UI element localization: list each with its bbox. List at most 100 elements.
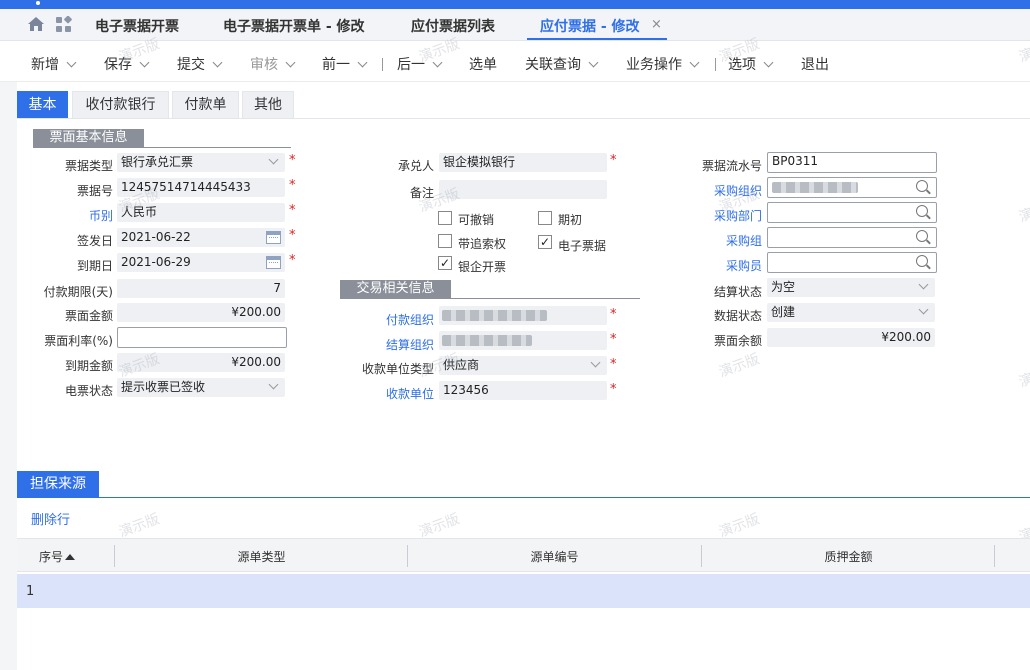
related-query-button[interactable]: 关联查询: [525, 54, 599, 74]
buyer-label[interactable]: 采购员: [680, 257, 762, 274]
submit-button[interactable]: 提交: [177, 54, 223, 74]
issue-date-label: 签发日: [76, 234, 113, 248]
table-row[interactable]: 1: [17, 574, 1030, 608]
issue-date-field[interactable]: 2021-06-22: [117, 228, 285, 247]
next-label: 后一: [397, 57, 425, 73]
currency-field[interactable]: 人民币: [117, 203, 285, 222]
exit-button[interactable]: 退出: [801, 54, 829, 74]
purchase-dept-label[interactable]: 采购部门: [680, 207, 762, 224]
redacted-value: [442, 310, 547, 321]
bank-issue-label: 银企开票: [458, 260, 507, 274]
search-icon[interactable]: [916, 255, 928, 267]
acceptor-label: 承兑人: [397, 159, 434, 173]
face-rate-input[interactable]: [117, 327, 287, 348]
column-seq-label: 序号: [39, 550, 64, 564]
payee-label[interactable]: 收款单位: [360, 385, 434, 402]
face-amount-field[interactable]: ¥200.00: [117, 303, 285, 322]
bank-issue-checkbox[interactable]: ✓: [438, 256, 452, 270]
audit-button[interactable]: 审核: [250, 54, 296, 74]
calendar-icon[interactable]: [266, 231, 281, 244]
tab-payable-edit[interactable]: 应付票据 - 修改: [540, 16, 640, 36]
chevron-down-icon[interactable]: [212, 57, 223, 68]
tab-other[interactable]: 其他: [242, 91, 294, 118]
chevron-down-icon[interactable]: [588, 57, 599, 68]
initial-checkbox[interactable]: [538, 211, 552, 225]
home-icon[interactable]: [27, 16, 45, 32]
purchase-group-label[interactable]: 采购组: [680, 232, 762, 249]
toolbar: 新增 保存 提交 审核 前一 后一 选单 关联查询 业务操作 选项 退出: [0, 42, 1030, 82]
chevron-down-icon[interactable]: [689, 57, 700, 68]
settle-status-select[interactable]: 为空: [767, 278, 935, 297]
tab-bank[interactable]: 收付款银行: [72, 91, 169, 118]
revocable-checkbox[interactable]: [438, 211, 452, 225]
watermark-text: 演示版: [716, 351, 762, 381]
due-date-field[interactable]: 2021-06-29: [117, 253, 285, 272]
column-divider[interactable]: [994, 545, 995, 567]
grid-header: 序号 源单类型 源单编号 质押金额: [17, 538, 1030, 572]
purchase-group-input[interactable]: [767, 227, 937, 248]
prev-button[interactable]: 前一: [322, 54, 368, 74]
select-button[interactable]: 选单: [469, 54, 497, 74]
payee-type-select[interactable]: 供应商: [439, 356, 607, 375]
sort-asc-icon[interactable]: [65, 554, 76, 560]
watermark-text: 演示版: [116, 511, 162, 541]
recourse-checkbox[interactable]: [438, 234, 452, 248]
column-pledge-amount[interactable]: 质押金额: [702, 548, 995, 565]
purchase-dept-input[interactable]: [767, 202, 937, 223]
section-line: [33, 147, 291, 148]
payee-type-label: 收款单位类型: [361, 362, 434, 376]
serial-no-input[interactable]: BP0311: [767, 152, 937, 173]
column-source-type[interactable]: 源单类型: [115, 548, 408, 565]
search-icon[interactable]: [916, 180, 928, 192]
due-amount-field[interactable]: ¥200.00: [117, 353, 285, 372]
buyer-input[interactable]: [767, 252, 937, 273]
tab-e-bill-issue-edit[interactable]: 电子票据开票单 - 修改: [223, 16, 365, 36]
required-mark: *: [610, 382, 617, 397]
search-icon[interactable]: [916, 230, 928, 242]
chevron-down-icon[interactable]: [66, 57, 77, 68]
indicator-dot: [36, 1, 40, 5]
acceptor-field[interactable]: 银企模拟银行: [439, 153, 607, 172]
delete-row-button[interactable]: 删除行: [31, 509, 70, 528]
tab-payment[interactable]: 付款单: [172, 91, 239, 118]
face-balance-field[interactable]: ¥200.00: [767, 328, 935, 347]
column-source-no[interactable]: 源单编号: [408, 548, 701, 565]
pay-term-field[interactable]: 7: [117, 279, 285, 298]
face-rate-label: 票面利率(%): [44, 334, 113, 348]
chevron-down-icon[interactable]: [285, 57, 296, 68]
save-button[interactable]: 保存: [104, 54, 150, 74]
e-status-select[interactable]: 提示收票已签收: [117, 378, 285, 397]
tab-guarantee-source[interactable]: 担保来源: [17, 471, 99, 498]
column-seq[interactable]: 序号: [39, 548, 76, 565]
payee-field[interactable]: 123456: [439, 381, 607, 400]
audit-label: 审核: [250, 57, 278, 73]
close-icon[interactable]: ×: [651, 17, 662, 32]
section-line: [340, 298, 640, 299]
tab-e-bill-issue[interactable]: 电子票据开票: [95, 16, 179, 36]
bill-type-select[interactable]: 银行承兑汇票: [117, 153, 285, 172]
prev-label: 前一: [322, 57, 350, 73]
tab-basic[interactable]: 基本: [17, 91, 68, 118]
chevron-down-icon[interactable]: [357, 57, 368, 68]
new-button[interactable]: 新增: [31, 54, 77, 74]
search-icon[interactable]: [916, 205, 928, 217]
chevron-down-icon[interactable]: [139, 57, 150, 68]
purchase-org-label[interactable]: 采购组织: [680, 182, 762, 199]
currency-label[interactable]: 币别: [40, 207, 113, 224]
calendar-icon[interactable]: [266, 256, 281, 269]
pay-org-label[interactable]: 付款组织: [360, 311, 434, 328]
chevron-down-icon[interactable]: [432, 57, 443, 68]
chevron-down-icon[interactable]: [763, 57, 774, 68]
options-button[interactable]: 选项: [728, 54, 774, 74]
e-bill-checkbox[interactable]: ✓: [538, 235, 552, 249]
required-mark: *: [610, 153, 617, 168]
bill-no-field[interactable]: 12457514714445433: [117, 178, 285, 197]
remark-field[interactable]: [439, 180, 607, 199]
next-button[interactable]: 后一: [397, 54, 443, 74]
app-grid-icon[interactable]: [55, 16, 73, 34]
tab-payable-list[interactable]: 应付票据列表: [411, 16, 495, 36]
settle-org-label[interactable]: 结算组织: [360, 336, 434, 353]
business-ops-button[interactable]: 业务操作: [626, 54, 700, 74]
data-status-select[interactable]: 创建: [767, 303, 935, 322]
page-tab-bar: 电子票据开票 电子票据开票单 - 修改 应付票据列表 应付票据 - 修改 ×: [0, 9, 1030, 41]
